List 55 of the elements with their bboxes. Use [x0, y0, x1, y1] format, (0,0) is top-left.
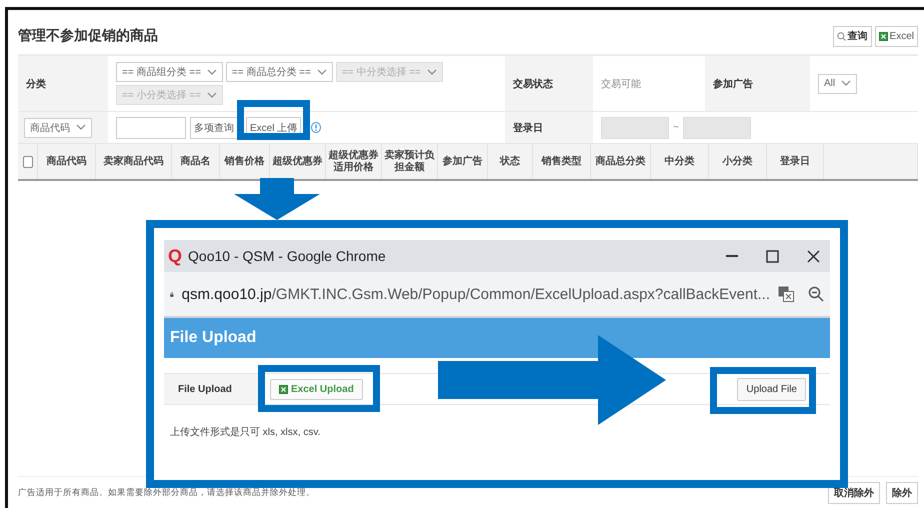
chevron-down-icon [76, 124, 86, 131]
zoom-out-icon[interactable] [808, 286, 824, 302]
search-field[interactable] [116, 116, 186, 138]
footer-note: 广告适用于所有商品。如果需要除外部分商品，请选择该商品并除外处理。 [18, 487, 315, 499]
category-select: == 小分类选择 == [116, 85, 223, 105]
help-icon[interactable] [311, 122, 322, 133]
column-header: 卖家预计负担金额 [382, 144, 438, 179]
close-icon[interactable] [807, 250, 820, 262]
start-date-field[interactable] [601, 116, 669, 138]
popup-header: File Upload [164, 318, 830, 358]
column-header: 小分类 [709, 144, 767, 179]
excel-export-button[interactable]: Excel [874, 26, 918, 46]
column-header: 商品名 [172, 144, 220, 179]
chevron-down-icon [206, 92, 217, 98]
search-icon [836, 32, 846, 40]
cancel-exclusion-button[interactable]: 取消除外 [828, 482, 880, 504]
column-header: 登录日 [767, 144, 824, 179]
category-select: == 中分类选择 == [336, 62, 443, 82]
page-title: 管理不参加促销的商品 [18, 27, 158, 45]
category-select[interactable]: == 商品组分类 == [116, 62, 223, 82]
search-type-select[interactable]: 商品代码 [24, 118, 92, 138]
search-button[interactable]: 查询 [832, 26, 872, 46]
category-select[interactable]: == 商品总分类 == [226, 62, 333, 82]
select-all-checkbox[interactable] [22, 156, 32, 168]
end-date-field[interactable] [682, 116, 751, 138]
translate-icon[interactable] [778, 286, 794, 302]
column-header: 商品代码 [38, 144, 96, 179]
column-header: 卖家商品代码 [96, 144, 172, 179]
ad-select[interactable]: All [818, 74, 858, 94]
app-logo: Q [168, 246, 182, 266]
filter-label: 参加广告 [713, 77, 753, 90]
file-format-note: 上传文件形式是只可 xls, xlsx, csv. [170, 426, 322, 439]
chevron-down-icon [841, 80, 852, 87]
field-label: File Upload [164, 374, 258, 404]
trade-status-value: 交易可能 [601, 78, 641, 90]
chevron-down-icon [426, 68, 437, 76]
filter-label: 交易状态 [513, 77, 553, 90]
column-header: 商品总分类 [591, 144, 651, 179]
window-title: Qoo10 - QSM - Google Chrome [188, 248, 387, 264]
exclude-button[interactable]: 除外 [886, 482, 918, 504]
column-header: 超级优惠券适用价格 [326, 144, 382, 179]
maximize-icon[interactable] [766, 250, 779, 262]
column-header: 状态 [488, 144, 533, 179]
upload-file-button[interactable]: Upload File [737, 378, 806, 400]
column-header: 参加广告 [438, 144, 488, 179]
filter-label: 分类 [26, 78, 46, 90]
filter-label: 登录日 [513, 122, 543, 134]
column-header: 销售类型 [533, 144, 591, 179]
date-separator: ~ [673, 122, 679, 133]
spreadsheet-icon [279, 384, 288, 394]
column-header: 中分类 [651, 144, 709, 179]
spreadsheet-icon [878, 32, 888, 40]
chevron-down-icon [206, 68, 217, 76]
multi-search-button[interactable]: 多项查询 [190, 116, 238, 138]
chevron-down-icon [316, 68, 327, 76]
